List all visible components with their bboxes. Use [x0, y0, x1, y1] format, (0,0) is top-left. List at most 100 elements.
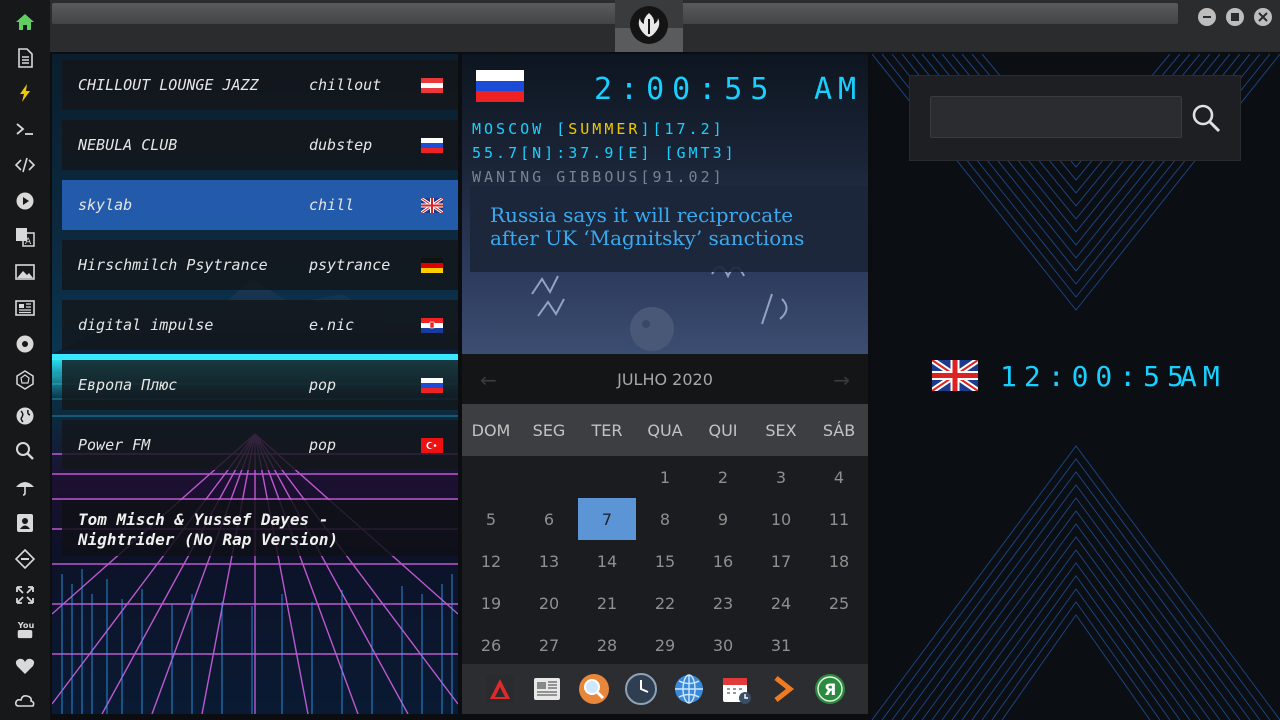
calendar-day[interactable]: 25 — [810, 582, 868, 624]
now-playing-line1: Tom Misch & Yussef Dayes - — [78, 510, 329, 529]
globe-app-icon[interactable] — [672, 672, 706, 706]
logo-tab[interactable] — [615, 0, 683, 52]
germany-flag-icon — [421, 258, 443, 273]
globe-icon[interactable] — [0, 398, 50, 434]
calendar-day[interactable]: 21 — [578, 582, 636, 624]
calendar-day[interactable]: 31 — [752, 624, 810, 666]
calendar-app-icon[interactable] — [719, 672, 753, 706]
calendar-day[interactable]: 26 — [462, 624, 520, 666]
calendar-day[interactable]: 28 — [578, 624, 636, 666]
london-time: 12:00:55 — [1000, 360, 1191, 393]
youtube-icon[interactable]: You — [0, 613, 50, 649]
minimize-button[interactable] — [1198, 8, 1216, 26]
city-line: MOSCOW [SUMMER][17.2] — [472, 120, 725, 138]
chevron-left-icon[interactable]: ← — [480, 368, 497, 392]
station-name: Европа Плюс — [78, 376, 178, 394]
calendar-day[interactable]: 23 — [694, 582, 752, 624]
lightning-icon[interactable] — [0, 76, 50, 112]
desktop-root: A You CHILLOUT LOUNGE JAZZ chillout NEBU… — [0, 0, 1280, 720]
calendar-day[interactable]: 12 — [462, 540, 520, 582]
red-app-icon[interactable] — [483, 672, 517, 706]
calendar-day-today[interactable]: 7 — [578, 498, 636, 540]
now-playing-line2: Nightrider (No Rap Version) — [78, 530, 339, 549]
git-icon[interactable] — [0, 541, 50, 577]
news-headline-text[interactable]: Russia says it will reciprocate after UK… — [490, 203, 804, 250]
station-item-active[interactable]: skylab chill — [62, 180, 458, 230]
news-headline[interactable]: Russia says it will reciprocate after UK… — [470, 186, 868, 272]
calendar-month-label: JULHO 2020 — [617, 369, 713, 389]
yandex-app-icon[interactable]: Я — [813, 672, 847, 706]
calendar-day[interactable]: 19 — [462, 582, 520, 624]
station-genre: e.nic — [309, 316, 355, 334]
russia-flag-icon — [421, 378, 443, 393]
dodecahedron-icon[interactable] — [0, 362, 50, 398]
left-sidebar: A You — [0, 0, 50, 720]
station-item[interactable]: digital impulse e.nic — [62, 300, 458, 350]
calendar-day[interactable]: 6 — [520, 498, 578, 540]
calendar-day — [810, 624, 868, 666]
calendar-day[interactable]: 10 — [752, 498, 810, 540]
station-item[interactable]: NEBULA CLUB dubstep — [62, 120, 458, 170]
code-icon[interactable] — [0, 147, 50, 183]
document-icon[interactable] — [0, 40, 50, 76]
search-icon[interactable] — [0, 434, 50, 470]
calendar-day[interactable]: 24 — [752, 582, 810, 624]
weekday-label: SÁB — [822, 420, 856, 440]
calendar-day[interactable]: 2 — [694, 456, 752, 498]
calendar-day[interactable]: 18 — [810, 540, 868, 582]
calendar-day[interactable]: 27 — [520, 624, 578, 666]
world-clock-panel: 2:00:55 AM MOSCOW [SUMMER][17.2] 55.7[N]… — [462, 54, 868, 354]
calendar-day[interactable]: 8 — [636, 498, 694, 540]
close-button[interactable] — [1254, 8, 1272, 26]
home-icon[interactable] — [0, 4, 50, 40]
maximize-button[interactable] — [1226, 8, 1244, 26]
svg-text:Я: Я — [824, 680, 836, 699]
station-item[interactable]: Hirschmilch Psytrance psytrance — [62, 240, 458, 290]
heart-icon[interactable] — [0, 648, 50, 684]
station-name: Hirschmilch Psytrance — [78, 256, 268, 274]
station-item[interactable]: Европа Плюс pop — [62, 360, 458, 410]
calendar-day[interactable]: 3 — [752, 456, 810, 498]
magnifier-app-icon[interactable] — [577, 672, 611, 706]
calendar-day[interactable]: 30 — [694, 624, 752, 666]
translate-icon[interactable]: A — [0, 219, 50, 255]
station-item[interactable]: Power FM pop — [62, 420, 458, 470]
play-icon[interactable] — [0, 183, 50, 219]
newspaper-icon[interactable] — [0, 290, 50, 326]
calendar-day[interactable]: 16 — [694, 540, 752, 582]
calendar-day[interactable]: 13 — [520, 540, 578, 582]
station-genre: pop — [309, 436, 337, 454]
chevron-right-icon[interactable]: → — [833, 368, 850, 392]
rebel-icon[interactable] — [0, 326, 50, 362]
cloud-link-icon[interactable] — [0, 684, 50, 720]
calendar-day[interactable]: 14 — [578, 540, 636, 582]
contact-icon[interactable] — [0, 505, 50, 541]
search-input[interactable] — [930, 96, 1182, 138]
calendar-day[interactable]: 5 — [462, 498, 520, 540]
calendar-day[interactable]: 9 — [694, 498, 752, 540]
calendar-day[interactable]: 29 — [636, 624, 694, 666]
calendar-day — [520, 456, 578, 498]
calendar-day[interactable]: 15 — [636, 540, 694, 582]
clock-app-icon[interactable] — [624, 672, 658, 706]
calendar-day[interactable]: 22 — [636, 582, 694, 624]
calendar-day[interactable]: 20 — [520, 582, 578, 624]
radio-panel: CHILLOUT LOUNGE JAZZ chillout NEBULA CLU… — [52, 54, 458, 714]
calendar-day[interactable]: 17 — [752, 540, 810, 582]
search-icon[interactable] — [1190, 102, 1222, 134]
calendar-day[interactable]: 4 — [810, 456, 868, 498]
station-item[interactable]: CHILLOUT LOUNGE JAZZ chillout — [62, 60, 458, 110]
station-name: skylab — [78, 196, 133, 214]
calendar-day[interactable]: 1 — [636, 456, 694, 498]
weekday-label: TER — [591, 420, 623, 440]
umbrella-icon[interactable] — [0, 469, 50, 505]
london-ampm: AM — [1180, 360, 1226, 393]
arrow-app-icon[interactable] — [766, 672, 800, 706]
image-icon[interactable] — [0, 255, 50, 291]
app-dock: Я — [462, 664, 868, 714]
expand-icon[interactable] — [0, 577, 50, 613]
station-name: CHILLOUT LOUNGE JAZZ — [78, 76, 259, 94]
calendar-day[interactable]: 11 — [810, 498, 868, 540]
terminal-icon[interactable] — [0, 111, 50, 147]
news-app-icon[interactable] — [530, 672, 564, 706]
